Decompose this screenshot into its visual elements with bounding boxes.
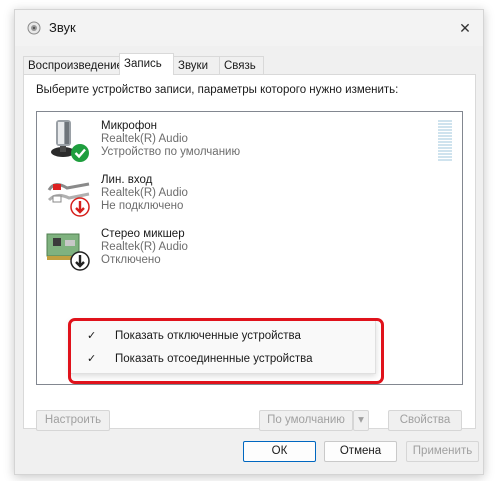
level-meter	[438, 120, 452, 162]
device-status: Не подключено	[101, 200, 184, 212]
check-badge-icon	[71, 144, 89, 162]
close-button[interactable]: ✕	[453, 16, 477, 40]
microphone-icon	[51, 120, 89, 162]
tab-sounds[interactable]: Звуки	[173, 56, 220, 74]
chevron-down-icon: ▾	[358, 414, 364, 426]
set-default-dropdown[interactable]: ▾	[353, 410, 369, 431]
device-name: Лин. вход	[101, 174, 153, 186]
device-driver: Realtek(R) Audio	[101, 133, 188, 145]
tab-playback[interactable]: Воспроизведение	[23, 56, 123, 74]
device-status: Отключено	[101, 254, 161, 266]
tab-communications[interactable]: Связь	[219, 56, 264, 74]
configure-button[interactable]: Настроить	[36, 410, 110, 431]
device-driver: Realtek(R) Audio	[101, 241, 188, 253]
close-icon: ✕	[459, 20, 471, 36]
device-item-line-in[interactable]: Лин. вход Realtek(R) Audio Не подключено	[45, 170, 445, 224]
ok-button[interactable]: ОК	[243, 441, 316, 462]
set-default-button[interactable]: По умолчанию	[259, 410, 353, 431]
device-name: Микрофон	[101, 120, 158, 132]
apply-button[interactable]: Применить	[406, 441, 479, 462]
window-title: Звук	[49, 20, 76, 35]
properties-button[interactable]: Свойства	[388, 410, 462, 431]
device-item-microphone[interactable]: Микрофон Realtek(R) Audio Устройство по …	[45, 116, 445, 170]
sound-card-icon	[46, 233, 90, 271]
sound-dialog: Звук ✕ Воспроизведение Запись Звуки Связ…	[14, 9, 484, 475]
highlight-annotation	[68, 318, 384, 384]
line-in-cable-icon	[47, 182, 90, 217]
speaker-icon	[27, 21, 41, 35]
device-driver: Realtek(R) Audio	[101, 187, 188, 199]
cancel-button[interactable]: Отмена	[324, 441, 397, 462]
device-name: Стерео микшер	[101, 228, 185, 240]
title-bar: Звук ✕	[15, 10, 483, 46]
device-status: Устройство по умолчанию	[101, 146, 241, 158]
instruction-text: Выберите устройство записи, параметры ко…	[36, 84, 399, 96]
device-item-stereo-mix[interactable]: Стерео микшер Realtek(R) Audio Отключено	[45, 224, 445, 278]
tab-recording[interactable]: Запись	[119, 53, 174, 75]
